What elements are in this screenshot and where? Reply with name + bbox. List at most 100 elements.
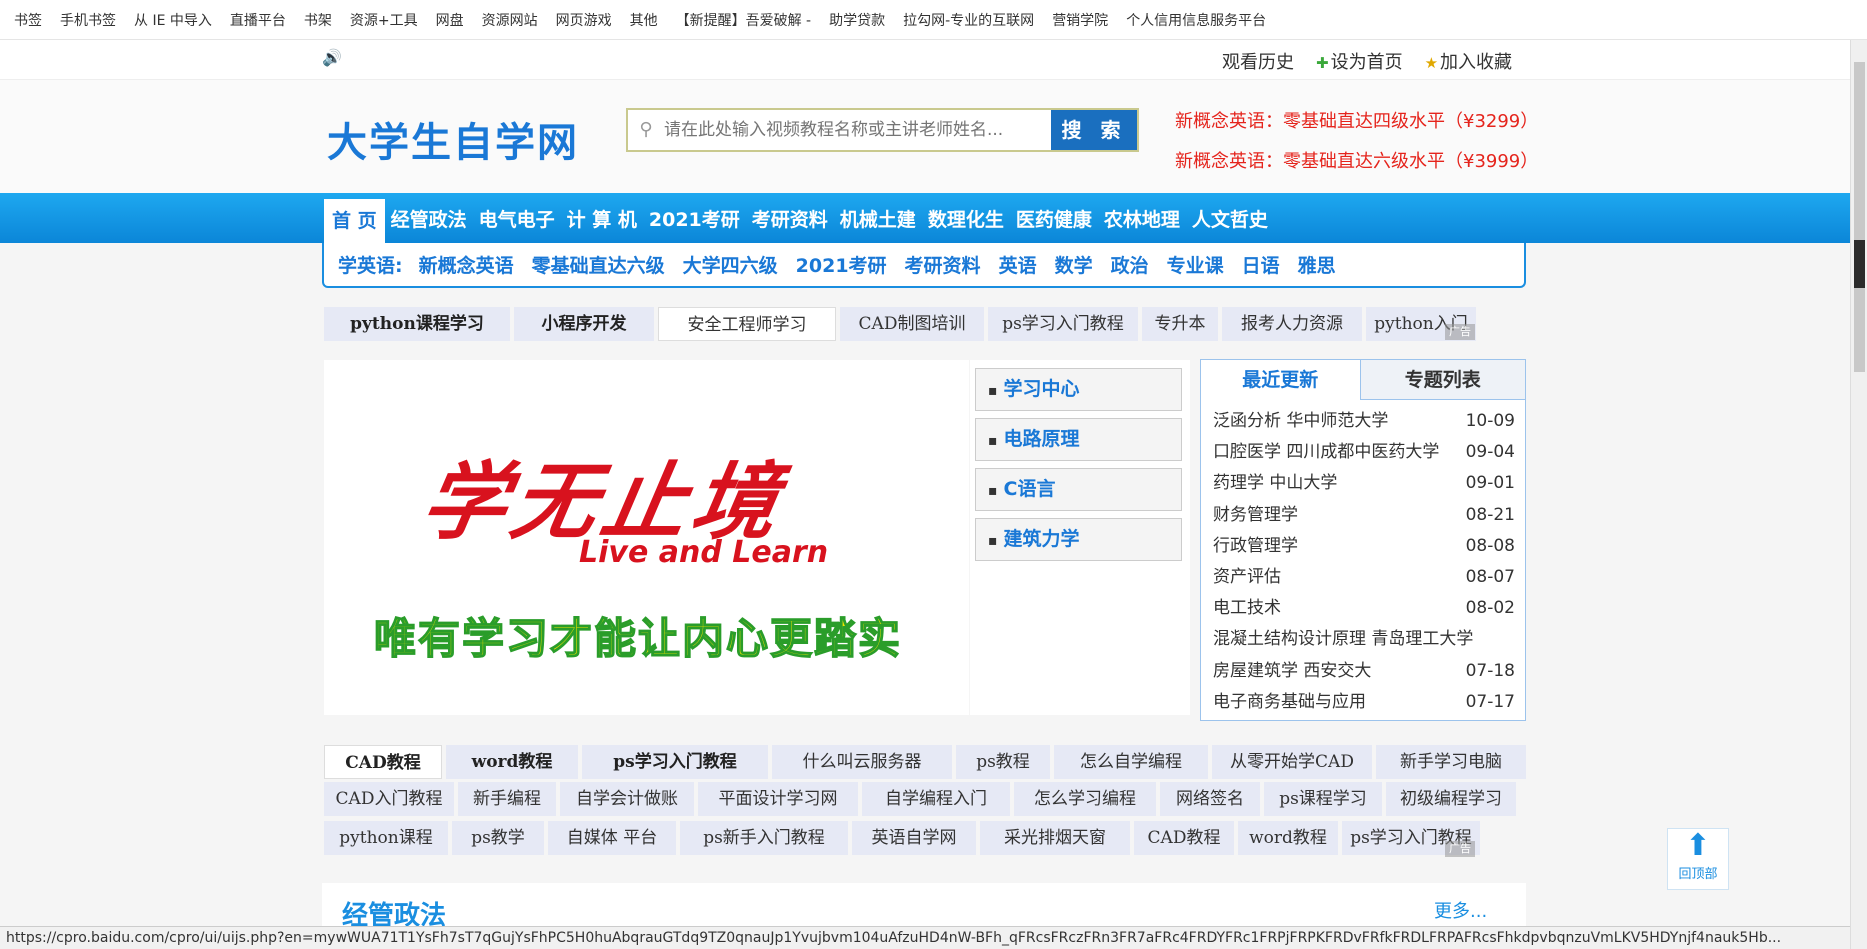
ad-tag[interactable]: 什么叫云服务器 <box>772 745 952 779</box>
bookmark-item[interactable]: 网盘 <box>436 10 464 30</box>
ad-tag[interactable]: python课程学习 <box>324 307 510 341</box>
page-scrollbar[interactable] <box>1850 40 1867 949</box>
ad-tag[interactable]: 新手编程 <box>458 782 556 816</box>
ad-tag[interactable]: 怎么自学编程 <box>1054 745 1208 779</box>
add-favorite-link[interactable]: ★加入收藏 <box>1425 48 1512 74</box>
list-item[interactable]: 口腔医学 四川成都中医药大学09-04 <box>1213 437 1515 468</box>
history-link[interactable]: 观看历史 <box>1222 48 1294 74</box>
ad-tag[interactable]: 从零开始学CAD <box>1212 745 1372 779</box>
quick-link[interactable]: ▪学习中心 <box>975 368 1182 411</box>
bookmark-item[interactable]: 资源+工具 <box>350 10 418 30</box>
ad-tag[interactable]: 网络签名 <box>1160 782 1260 816</box>
bookmark-item[interactable]: 从 IE 中导入 <box>134 10 212 30</box>
ad-tag[interactable]: ps学习入门教程 <box>582 745 768 779</box>
ad-tag[interactable]: ps学习入门教程 <box>988 307 1138 341</box>
quick-link[interactable]: ▪建筑力学 <box>975 518 1182 561</box>
bookmark-item[interactable]: 资源网站 <box>482 10 538 30</box>
ad-tag[interactable]: CAD制图培训 <box>840 307 984 341</box>
site-logo[interactable]: 大学生自学网 <box>327 110 579 168</box>
subnav-item[interactable]: 日语 <box>1242 251 1280 278</box>
subnav-item[interactable]: 2021考研 <box>796 251 887 278</box>
bookmark-item[interactable]: 个人信用信息服务平台 <box>1126 10 1266 30</box>
subnav-item[interactable]: 英语 <box>999 251 1037 278</box>
bookmark-item[interactable]: 书签 <box>14 10 42 30</box>
ad-tag[interactable]: 小程序开发 <box>514 307 654 341</box>
speaker-icon[interactable]: 🔊 <box>322 48 342 67</box>
search-input[interactable] <box>664 110 1051 150</box>
list-item[interactable]: 电子商务基础与应用07-17 <box>1213 687 1515 718</box>
ad-badge[interactable]: 广告 <box>1445 841 1475 857</box>
ad-tag[interactable]: CAD教程 <box>324 745 442 779</box>
ad-tag[interactable]: ps课程学习 <box>1264 782 1382 816</box>
nav-item[interactable]: 医药健康 <box>1010 205 1098 232</box>
nav-item[interactable]: 农林地理 <box>1098 205 1186 232</box>
nav-item[interactable]: 数理化生 <box>922 205 1010 232</box>
list-item[interactable]: 财务管理学08-21 <box>1213 500 1515 531</box>
nav-item[interactable]: 2021考研 <box>643 205 746 232</box>
subnav-item[interactable]: 新概念英语 <box>419 251 514 278</box>
ad-tag[interactable]: 平面设计学习网 <box>698 782 858 816</box>
bookmark-item[interactable]: 【新提醒】吾爱破解 - <box>676 10 812 30</box>
ad-badge[interactable]: 广告 <box>1445 324 1475 340</box>
nav-item[interactable]: 经管政法 <box>385 205 473 232</box>
list-item[interactable]: 电工技术08-02 <box>1213 593 1515 624</box>
nav-item[interactable]: 电气电子 <box>473 205 561 232</box>
ad-tag[interactable]: word教程 <box>446 745 578 779</box>
promo-link[interactable]: 新概念英语：零基础直达六级水平（¥3999） <box>1175 142 1538 182</box>
ad-tag[interactable]: ps教学 <box>452 821 544 855</box>
nav-item[interactable]: 人文哲史 <box>1186 205 1274 232</box>
bookmark-item[interactable]: 营销学院 <box>1052 10 1108 30</box>
ad-tag[interactable]: word教程 <box>1238 821 1338 855</box>
nav-item[interactable]: 计 算 机 <box>561 205 643 232</box>
list-item[interactable]: 房屋建筑学 西安交大07-18 <box>1213 656 1515 687</box>
scrollbar-thumb[interactable] <box>1854 62 1865 372</box>
subnav-item[interactable]: 考研资料 <box>905 251 981 278</box>
set-home-link[interactable]: ✚设为首页 <box>1316 48 1403 74</box>
subnav-item[interactable]: 政治 <box>1111 251 1149 278</box>
ad-tag[interactable]: 初级编程学习 <box>1386 782 1516 816</box>
ad-tag[interactable]: python课程 <box>324 821 448 855</box>
ad-tag[interactable]: 采光排烟天窗 <box>980 821 1130 855</box>
bookmark-item[interactable]: 网页游戏 <box>556 10 612 30</box>
ad-tag[interactable]: 怎么学习编程 <box>1014 782 1156 816</box>
list-item[interactable]: 资产评估08-07 <box>1213 562 1515 593</box>
nav-item-home[interactable]: 首 页 <box>324 199 385 243</box>
bookmark-item[interactable]: 助学贷款 <box>829 10 885 30</box>
banner-image[interactable]: 学无止境 Live and Learn 唯有学习才能让内心更踏实 <box>324 360 969 715</box>
bookmark-item[interactable]: 手机书签 <box>60 10 116 30</box>
subnav-item[interactable]: 雅思 <box>1298 251 1336 278</box>
ad-tag[interactable]: 英语自学网 <box>852 821 976 855</box>
ad-tag[interactable]: 新手学习电脑 <box>1376 745 1526 779</box>
promo-link[interactable]: 新概念英语：零基础直达四级水平（¥3299） <box>1175 102 1538 142</box>
bookmark-item[interactable]: 直播平台 <box>230 10 286 30</box>
tab-topic-list[interactable]: 专题列表 <box>1361 360 1525 400</box>
list-item[interactable]: 混凝土结构设计原理 青岛理工大学 <box>1213 624 1515 655</box>
quick-link[interactable]: ▪电路原理 <box>975 418 1182 461</box>
subnav-item[interactable]: 零基础直达六级 <box>532 251 665 278</box>
list-item[interactable]: 行政管理学08-08 <box>1213 531 1515 562</box>
ad-tag[interactable]: 自学编程入门 <box>862 782 1010 816</box>
subnav-item[interactable]: 大学四六级 <box>683 251 778 278</box>
ad-tag[interactable]: CAD教程 <box>1134 821 1234 855</box>
tab-recent-updates[interactable]: 最近更新 <box>1201 360 1361 400</box>
ad-tag[interactable]: 自学会计做账 <box>560 782 694 816</box>
nav-item[interactable]: 机械土建 <box>834 205 922 232</box>
nav-item[interactable]: 考研资料 <box>746 205 834 232</box>
ad-tag[interactable]: ps教程 <box>956 745 1050 779</box>
quick-link[interactable]: ▪C语言 <box>975 468 1182 511</box>
ad-tag[interactable]: CAD入门教程 <box>324 782 454 816</box>
list-item[interactable]: 泛函分析 华中师范大学10-09 <box>1213 406 1515 437</box>
ad-tag[interactable]: 专升本 <box>1142 307 1218 341</box>
back-to-top-button[interactable]: ⬆ 回顶部 <box>1667 828 1729 890</box>
ad-tag[interactable]: 自媒体 平台 <box>548 821 676 855</box>
subnav-item[interactable]: 数学 <box>1055 251 1093 278</box>
bookmark-item[interactable]: 其他 <box>630 10 658 30</box>
bookmark-item[interactable]: 拉勾网-专业的互联网 <box>903 10 1034 30</box>
ad-tag[interactable]: 报考人力资源 <box>1222 307 1362 341</box>
bookmark-item[interactable]: 书架 <box>304 10 332 30</box>
search-button[interactable]: 搜 索 <box>1051 110 1137 150</box>
list-item[interactable]: 药理学 中山大学09-01 <box>1213 468 1515 499</box>
more-link[interactable]: 更多... <box>1434 897 1487 923</box>
ad-tag[interactable]: ps新手入门教程 <box>680 821 848 855</box>
ad-tag[interactable]: 安全工程师学习 <box>658 307 836 341</box>
